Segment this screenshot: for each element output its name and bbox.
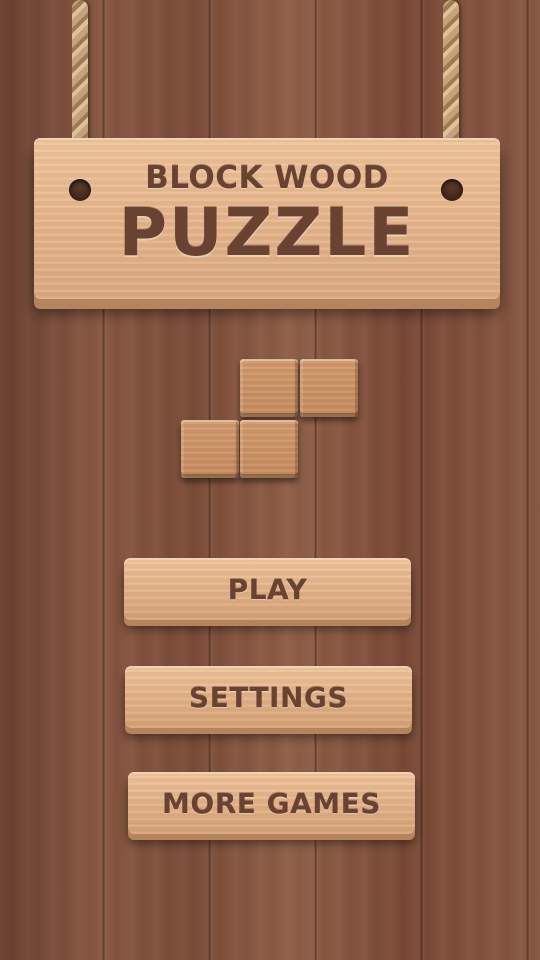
wood-block	[181, 420, 239, 478]
wood-block	[240, 420, 298, 478]
title-line-1: BLOCK WOOD	[145, 160, 389, 196]
title-line-2: PUZZLE	[118, 194, 416, 271]
play-button[interactable]: PLAY	[124, 558, 411, 620]
title-sign: BLOCK WOOD PUZZLE	[34, 138, 500, 299]
wood-block	[300, 359, 358, 417]
more-games-button[interactable]: MORE GAMES	[128, 772, 415, 834]
settings-button[interactable]: SETTINGS	[125, 666, 412, 728]
wood-block	[240, 359, 298, 417]
